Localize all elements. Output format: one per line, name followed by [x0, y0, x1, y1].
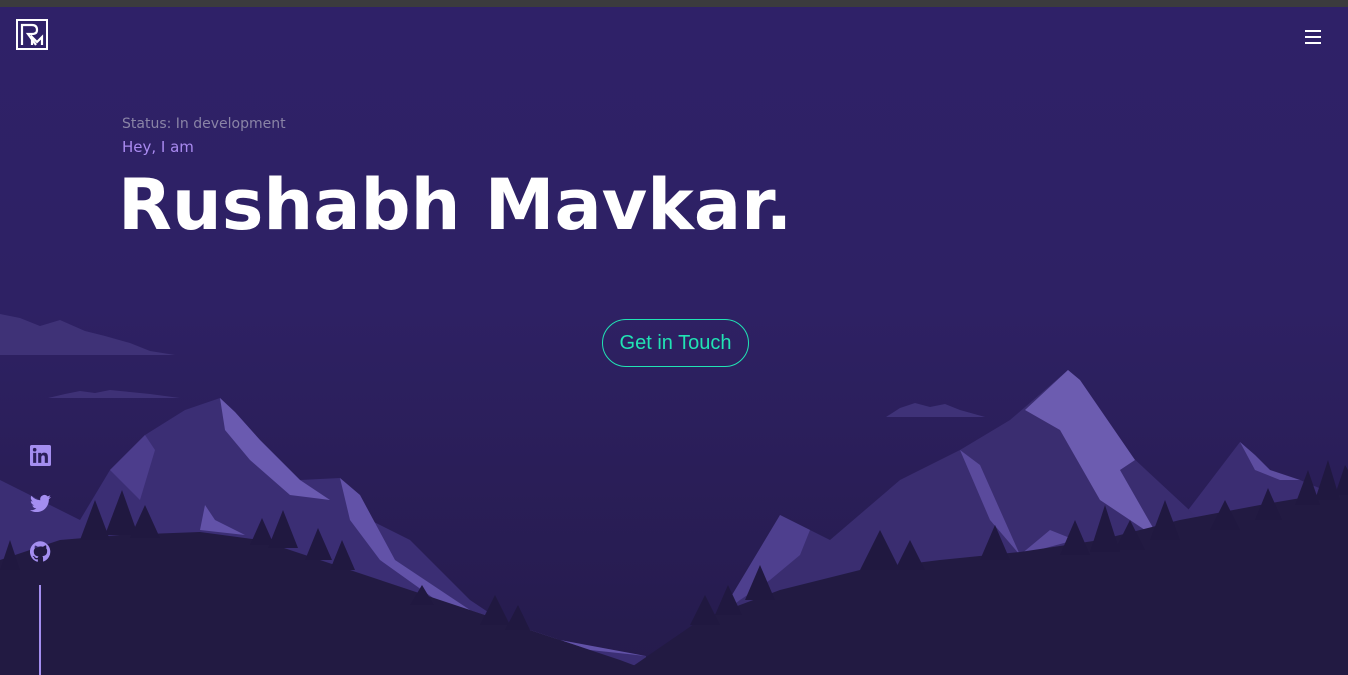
github-icon[interactable]: [28, 539, 52, 563]
cloud-left-small: [48, 390, 180, 398]
browser-top-strip: [0, 0, 1348, 7]
site-logo[interactable]: [16, 19, 48, 50]
hero-name-heading: Rushabh Mavkar.: [118, 164, 793, 246]
linkedin-icon[interactable]: [28, 443, 52, 467]
status-text: Status: In development: [122, 116, 286, 132]
cloud-right: [886, 403, 985, 417]
hamburger-menu-icon[interactable]: [1303, 28, 1325, 46]
greeting-text: Hey, I am: [122, 138, 194, 156]
twitter-icon[interactable]: [28, 491, 52, 515]
cloud-left: [0, 314, 175, 355]
get-in-touch-button[interactable]: Get in Touch: [602, 319, 749, 367]
rm-monogram-logo-icon: [20, 23, 44, 46]
social-divider-line: [39, 585, 41, 675]
